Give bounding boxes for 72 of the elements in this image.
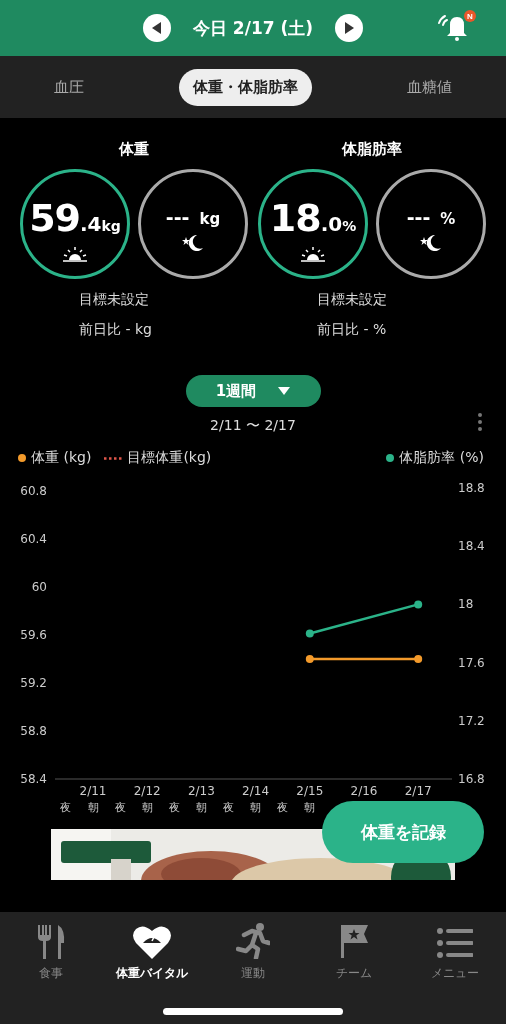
- day-diff-text: 前日比 - kg: [78, 321, 153, 339]
- legend-label: 体脂肪率 (%): [399, 449, 484, 467]
- notification-button[interactable]: N: [432, 10, 476, 44]
- right-axis-label: 17.6: [458, 655, 485, 670]
- goal-text: 目標未設定: [78, 291, 150, 309]
- flag-star-icon: [339, 923, 370, 959]
- period-axis-label: 夜: [277, 801, 289, 814]
- metric-title: 体重: [119, 140, 149, 159]
- reading-value: --- %: [406, 206, 456, 228]
- next-day-button[interactable]: [335, 14, 364, 42]
- right-axis-label: 16.8: [458, 772, 485, 786]
- nav-tab[interactable]: 食事: [0, 918, 101, 982]
- day-diff-text: 前日比 - %: [316, 321, 388, 339]
- current-date: 今日 2/17 (土): [192, 16, 314, 40]
- goal-text: 目標未設定: [316, 291, 388, 309]
- tab[interactable]: 体重・体脂肪率: [179, 68, 312, 106]
- moon-star-icon: [182, 234, 204, 252]
- previous-day-button[interactable]: [142, 14, 171, 42]
- date-axis-label: 2/14: [242, 784, 270, 798]
- legend-label: 体重 (kg): [31, 449, 92, 467]
- left-axis-label: 60: [31, 580, 47, 594]
- tab[interactable]: 血圧: [40, 68, 99, 106]
- date-axis-label: 2/12: [133, 784, 161, 798]
- heart-scale-icon: [132, 925, 171, 959]
- left-axis-label: 60.4: [20, 532, 47, 546]
- sunrise-icon: [62, 246, 88, 262]
- date-axis-label: 2/11: [79, 784, 107, 798]
- date-range: 2/11 〜 2/17: [210, 417, 296, 435]
- tab[interactable]: 血糖値: [392, 68, 466, 106]
- reading-value: 18.0%: [269, 196, 357, 240]
- period-axis-label: 朝: [87, 801, 99, 814]
- moon-star-icon: [420, 234, 442, 252]
- fork-knife-icon: [35, 925, 66, 959]
- right-axis-label: 18.4: [458, 539, 485, 554]
- date-axis-label: 2/13: [187, 784, 215, 798]
- period-axis-label: 夜: [223, 801, 234, 814]
- nav-tab[interactable]: メニュー: [405, 918, 506, 982]
- more-options-button[interactable]: [478, 413, 482, 431]
- running-person-icon: [235, 923, 270, 959]
- record-weight-button[interactable]: 体重を記録: [322, 801, 484, 863]
- period-axis-label: 夜: [168, 801, 180, 814]
- right-axis-label: 18: [458, 597, 474, 612]
- left-axis-label: 59.2: [20, 676, 47, 690]
- nav-tab[interactable]: 運動: [202, 918, 303, 982]
- nav-tab[interactable]: チーム: [304, 918, 405, 982]
- left-axis-label: 58.8: [20, 724, 47, 738]
- left-axis-label: 60.8: [20, 484, 47, 498]
- reading-value: 59.4kg: [29, 196, 121, 240]
- period-axis-label: 朝: [195, 801, 207, 814]
- menu-icon: [437, 927, 474, 959]
- left-axis-label: 59.6: [20, 628, 47, 642]
- nav-tab[interactable]: 体重バイタル: [101, 918, 202, 982]
- right-axis-label: 18.8: [458, 481, 485, 495]
- metric-title: 体脂肪率: [342, 140, 402, 159]
- period-axis-label: 朝: [250, 801, 262, 814]
- sunrise-icon: [300, 246, 326, 262]
- right-triangle-icon: [344, 22, 355, 34]
- notification-badge: N: [464, 10, 476, 22]
- period-axis-label: 朝: [141, 801, 153, 814]
- left-axis-label: 58.4: [20, 772, 47, 786]
- date-axis-label: 2/17: [404, 784, 432, 798]
- date-axis-label: 2/15: [296, 784, 324, 798]
- right-axis-label: 17.2: [458, 713, 485, 728]
- date-axis-label: 2/16: [350, 784, 378, 798]
- legend-label: 目標体重(kg): [127, 449, 212, 467]
- period-axis-label: 朝: [304, 801, 316, 814]
- left-triangle-icon: [151, 22, 162, 34]
- caret-icon: [278, 387, 291, 395]
- period-dropdown[interactable]: 1週間: [185, 375, 321, 407]
- reading-value: --- kg: [165, 206, 221, 228]
- period-axis-label: 夜: [60, 801, 72, 814]
- period-axis-label: 夜: [114, 801, 126, 814]
